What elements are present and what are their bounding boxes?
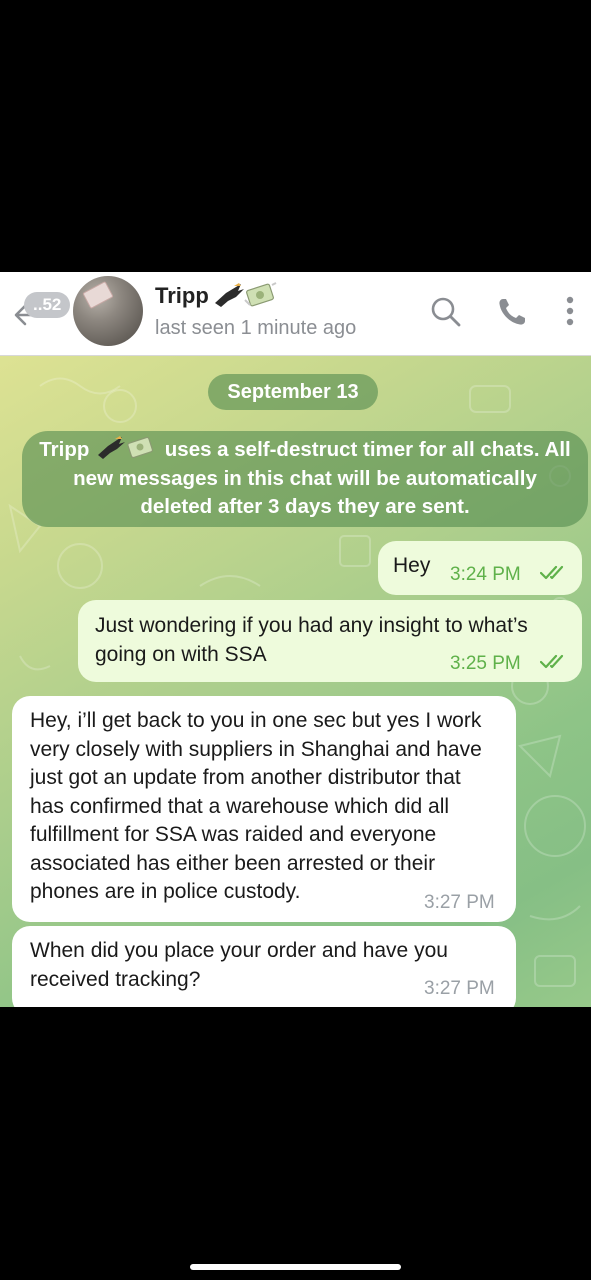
message-text-line: associated has either been arrested or t… [30,851,436,875]
incoming-message[interactable]: Hey, i’ll get back to you in one sec but… [12,696,516,922]
notice-text-line-1: uses a self-destruct timer for all chats… [164,438,571,461]
message-text-line: very closely with suppliers in Shanghai … [30,737,482,761]
notice-contact-name: Tripp [39,438,90,461]
call-button[interactable] [494,294,530,330]
self-destruct-timer-notice: Tripp uses a self-destruct timer for all… [22,431,588,527]
message-text-line: Just wondering if you had any insight to… [95,614,528,637]
incoming-message[interactable]: When did you place your order and have y… [12,926,516,1007]
back-button[interactable]: ..52 [10,282,72,342]
double-check-icon [540,565,564,580]
telegram-chat-screen: ..52 Tripp last seen 1 minute ago Septem… [0,272,591,1007]
message-time: 3:24 PM [450,564,521,585]
search-button[interactable] [428,294,464,330]
more-options-button[interactable] [552,294,588,330]
double-check-icon [540,654,564,669]
message-time: 3:25 PM [450,653,521,674]
message-time: 3:27 PM [424,892,495,913]
outgoing-message[interactable]: Hey 3:24 PM [378,541,582,595]
message-text-line: Hey, i’ll get back to you in one sec but… [30,709,482,732]
eagle-emoji-icon [215,282,277,307]
outgoing-message[interactable]: Just wondering if you had any insight to… [78,600,582,682]
last-seen-status: last seen 1 minute ago [155,317,357,339]
chat-area[interactable]: September 13 Tripp uses a self-destruct … [0,356,591,1007]
message-text-line: just got an update from another distribu… [30,766,461,789]
message-text: Hey [393,554,431,577]
message-text-line: has confirmed that a warehouse which did… [30,794,450,818]
date-separator: September 13 [208,374,378,410]
message-text-line: When did you place your order and have y… [30,939,448,962]
search-icon [431,297,461,327]
eagle-emoji-icon [98,436,154,459]
message-text-line: fulfillment for SSA was raided and every… [30,823,437,846]
message-time: 3:27 PM [424,978,495,999]
chat-header: ..52 Tripp last seen 1 minute ago [0,272,591,356]
notice-line-1: Tripp uses a self-destruct timer for all… [38,435,572,465]
unread-count-badge: ..52 [24,292,71,318]
notice-text-line-2: new messages in this chat will be automa… [73,466,537,490]
notice-text-line-3: deleted after 3 days they are sent. [140,495,470,518]
contact-name[interactable]: Tripp [155,283,209,309]
phone-icon [499,299,525,325]
home-indicator[interactable] [190,1264,401,1270]
more-vertical-icon [566,296,574,326]
avatar[interactable] [73,276,143,346]
